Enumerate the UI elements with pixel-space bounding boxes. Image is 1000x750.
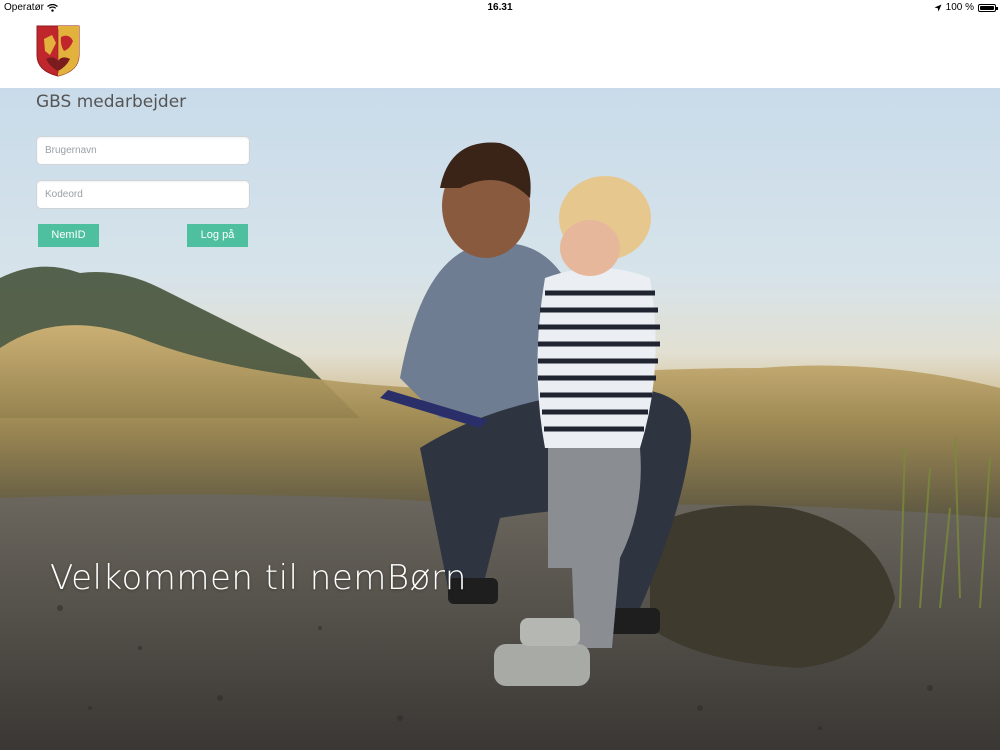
welcome-heading: Velkommen til nemBørn [50, 558, 467, 598]
battery-icon [978, 3, 998, 12]
password-field[interactable] [36, 180, 250, 209]
username-field[interactable] [36, 136, 250, 165]
battery-percent: 100 % [945, 2, 974, 13]
status-right: 100 % [934, 2, 998, 13]
status-bar: Operatør 16.31 100 % [0, 0, 1000, 16]
location-arrow-icon [934, 4, 942, 11]
page-title: GBS medarbejder [36, 92, 187, 112]
municipal-crest-icon[interactable] [36, 25, 80, 77]
header [0, 16, 1000, 88]
nemid-button[interactable]: NemID [38, 224, 99, 247]
status-time: 16.31 [487, 2, 513, 13]
login-button[interactable]: Log på [187, 224, 248, 247]
battery-fill [980, 5, 994, 10]
